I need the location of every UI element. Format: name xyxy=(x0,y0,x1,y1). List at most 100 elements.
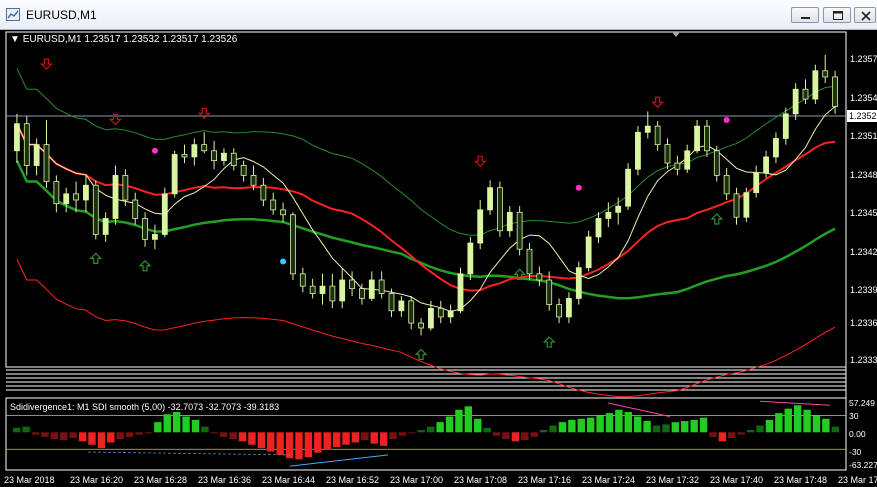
candle-body xyxy=(368,279,375,299)
candle-body xyxy=(585,236,592,269)
candle-body xyxy=(497,187,503,232)
candle-body xyxy=(171,154,178,195)
time-label: 23 Mar 17:00 xyxy=(390,475,444,485)
indicator-bar xyxy=(191,419,200,433)
candle-body xyxy=(802,88,809,100)
candle-body xyxy=(378,279,385,294)
indicator-bar xyxy=(756,425,764,433)
time-label: 23 Mar 2018 xyxy=(4,475,55,485)
price-label: 1.23335 xyxy=(850,355,877,365)
buy-arrow-icon xyxy=(414,348,428,360)
indicator-bar xyxy=(831,426,839,433)
candle-body xyxy=(211,150,217,162)
indicator-bar xyxy=(60,432,68,441)
indicator-bar xyxy=(549,425,557,433)
signal-star-icon xyxy=(575,184,582,191)
indicator-bar xyxy=(135,432,143,435)
candlesticks xyxy=(14,54,838,336)
candle-body xyxy=(694,125,700,152)
indicator-bar xyxy=(229,432,237,440)
header-symbol: EURUSD,M1 xyxy=(22,34,82,45)
sell-arrow-icon xyxy=(651,96,665,109)
indicator-bar xyxy=(681,421,689,433)
indicator-label: 57.249 xyxy=(849,398,875,408)
candle-body xyxy=(122,174,129,201)
indicator-bar xyxy=(492,432,501,436)
candle-body xyxy=(112,174,119,219)
candle-body xyxy=(359,288,365,299)
indicator-bar xyxy=(182,416,190,433)
indicator-bar xyxy=(220,432,228,437)
candle-body xyxy=(349,279,355,290)
indicator-bar xyxy=(285,432,294,459)
shift-marker-icon[interactable] xyxy=(672,32,680,37)
indicator-header: Sdidivergence1: M1 SDI smooth (5,00) -32… xyxy=(10,402,280,412)
indicator-bar xyxy=(332,432,341,447)
price-label: 1.23485 xyxy=(850,170,877,180)
indicator-bar xyxy=(201,426,209,433)
candle-body xyxy=(23,123,30,166)
indicator-bar xyxy=(295,432,303,460)
indicator-bar xyxy=(116,432,124,440)
buy-arrow-icon xyxy=(89,252,103,264)
indicator-bar xyxy=(379,432,388,446)
indicator-bar xyxy=(530,432,538,437)
time-label: 23 Mar 17:40 xyxy=(710,475,764,485)
candle-body xyxy=(477,209,484,244)
upper-band-line xyxy=(16,68,836,236)
indicator-bar xyxy=(107,432,115,443)
indicator-bar xyxy=(577,418,585,433)
slow-ma-line xyxy=(15,160,836,300)
indicator-bar xyxy=(474,418,482,433)
candle-body xyxy=(250,174,257,186)
candle-body xyxy=(388,293,395,312)
indicator-bar xyxy=(511,432,520,442)
candle-body xyxy=(260,184,267,201)
indicator-label: 30 xyxy=(849,411,859,421)
indicator-bar xyxy=(502,432,510,440)
candle-body xyxy=(832,76,838,107)
indicator-bar xyxy=(699,417,708,433)
candle-body xyxy=(83,184,89,201)
candle-body xyxy=(437,307,444,318)
dropdown-triangle-icon[interactable]: ▼ xyxy=(10,34,20,45)
candle-body xyxy=(92,184,99,235)
candle-body xyxy=(773,138,779,158)
chart-canvas[interactable] xyxy=(0,0,877,487)
signal-star-icon xyxy=(723,117,730,123)
divergence-line xyxy=(87,451,291,456)
candle-body xyxy=(664,144,671,164)
candle-body xyxy=(625,168,631,207)
candle-body xyxy=(763,156,769,174)
indicator-bar xyxy=(718,432,727,442)
candle-body xyxy=(605,211,612,219)
candle-body xyxy=(152,234,158,240)
candle-body xyxy=(230,152,237,166)
indicator-bar xyxy=(822,418,830,433)
indicator-bar xyxy=(163,414,171,433)
moving-averages xyxy=(15,68,836,398)
indicator-bar xyxy=(652,425,661,433)
indicator-bar xyxy=(436,422,444,433)
indicator-bar xyxy=(97,432,106,449)
candle-body xyxy=(753,172,760,194)
time-label: 23 Mar 16:52 xyxy=(326,475,380,485)
time-label: 23 Mar 17: xyxy=(838,475,877,485)
candle-body xyxy=(240,165,247,176)
indicator-bar xyxy=(624,411,632,433)
candle-body xyxy=(418,322,424,329)
indicator-bar xyxy=(615,409,623,433)
candle-body xyxy=(467,242,474,275)
candle-body xyxy=(290,214,296,275)
indicator-bar xyxy=(793,405,802,433)
indicator-bar xyxy=(784,408,792,433)
candle-body xyxy=(546,279,553,306)
indicator-bar xyxy=(483,427,491,433)
candle-body xyxy=(812,70,819,100)
indicator-bar xyxy=(671,422,680,433)
indicator-bar xyxy=(539,430,548,433)
candle-body xyxy=(635,131,641,170)
indicator-label: 0.00 xyxy=(849,429,866,439)
time-label: 23 Mar 16:28 xyxy=(134,475,188,485)
time-label: 23 Mar 16:20 xyxy=(70,475,124,485)
